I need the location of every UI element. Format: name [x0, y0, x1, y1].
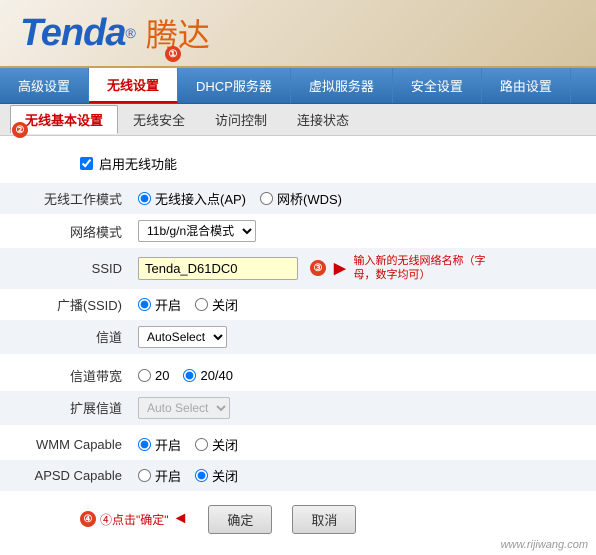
- broadcast-row: 广播(SSID) 开启 关闭: [0, 289, 596, 320]
- extension-channel-label: 扩展信道: [0, 391, 130, 425]
- bandwidth-row: 信道带宽 20 20/40: [0, 354, 596, 391]
- bandwidth-value: 20 20/40: [130, 354, 596, 391]
- bandwidth-2040[interactable]: 20/40: [183, 368, 233, 383]
- wireless-mode-ap-label: 无线接入点(AP): [155, 189, 246, 208]
- annotation-circle-3: ③: [310, 260, 326, 276]
- ssid-annotation-text: 输入新的无线网络名称（字母，数字均可）: [354, 254, 494, 283]
- broadcast-off[interactable]: 关闭: [195, 295, 238, 314]
- network-mode-row: 网络模式 11b/g/n混合模式 11b模式 11g模式 11n模式: [0, 214, 596, 248]
- channel-value-cell: AutoSelect 1 2 3 4 5 6 7 8 9 10 11 12 13: [130, 320, 596, 354]
- bandwidth-20[interactable]: 20: [138, 368, 169, 383]
- bandwidth-label: 信道带宽: [0, 354, 130, 391]
- nav-item-advanced[interactable]: 高级设置: [0, 68, 89, 103]
- apsd-on[interactable]: 开启: [138, 466, 181, 485]
- wmm-row: WMM Capable 开启 关闭: [0, 425, 596, 460]
- header: Tenda® 腾达 ①: [0, 0, 596, 68]
- apsd-label: APSD Capable: [0, 460, 130, 491]
- wmm-label: WMM Capable: [0, 425, 130, 460]
- watermark: www.rijiwang.com: [501, 539, 588, 551]
- apsd-off[interactable]: 关闭: [195, 466, 238, 485]
- wireless-mode-row: 无线工作模式 无线接入点(AP) 网桥(WDS): [0, 183, 596, 214]
- content-area: 启用无线功能 无线工作模式 无线接入点(AP) 网桥(WDS): [0, 136, 596, 534]
- nav-item-dhcp[interactable]: DHCP服务器: [178, 68, 291, 103]
- extension-channel-value-cell: Auto Select: [130, 391, 596, 425]
- nav-item-virtual[interactable]: 虚拟服务器: [291, 68, 393, 103]
- annotation-circle-1: ①: [165, 46, 181, 62]
- annotation-circle-2: ②: [12, 122, 28, 138]
- channel-row: 信道 AutoSelect 1 2 3 4 5 6 7 8 9 10: [0, 320, 596, 354]
- apsd-value: 开启 关闭: [130, 460, 596, 491]
- top-nav: 高级设置 无线设置 DHCP服务器 虚拟服务器 安全设置 路由设置: [0, 68, 596, 104]
- broadcast-off-label: 关闭: [212, 295, 238, 314]
- nav-item-route[interactable]: 路由设置: [482, 68, 571, 103]
- ssid-label: SSID: [0, 248, 130, 289]
- enable-wireless-checkbox[interactable]: [80, 157, 93, 170]
- ssid-row: SSID ③ ▶ 输入新的无线网络名称（字母，数字均可）: [0, 248, 596, 289]
- wmm-on-label: 开启: [155, 435, 181, 454]
- confirm-annotation-text: ④点击"确定": [100, 511, 169, 528]
- wmm-off[interactable]: 关闭: [195, 435, 238, 454]
- nav-item-security[interactable]: 安全设置: [393, 68, 482, 103]
- bandwidth-2040-label: 20/40: [200, 368, 233, 383]
- annotation-circle-4: ④: [80, 511, 96, 527]
- action-area: ④ ④点击"确定" ◄ 确定 取消: [80, 491, 596, 534]
- logo-registered: ®: [126, 25, 136, 41]
- wireless-mode-wds-label: 网桥(WDS): [277, 189, 342, 208]
- broadcast-value: 开启 关闭: [130, 289, 596, 320]
- nav-item-wireless[interactable]: 无线设置: [89, 68, 178, 103]
- apsd-on-label: 开启: [155, 466, 181, 485]
- network-mode-label: 网络模式: [0, 214, 130, 248]
- sub-nav-status[interactable]: 连接状态: [282, 105, 364, 134]
- channel-select[interactable]: AutoSelect 1 2 3 4 5 6 7 8 9 10 11 12 13: [138, 326, 227, 348]
- wmm-on[interactable]: 开启: [138, 435, 181, 454]
- settings-form: 无线工作模式 无线接入点(AP) 网桥(WDS) 网络模式: [0, 183, 596, 491]
- sub-nav-security[interactable]: 无线安全: [118, 105, 200, 134]
- confirm-button[interactable]: 确定: [208, 505, 272, 534]
- broadcast-on[interactable]: 开启: [138, 295, 181, 314]
- apsd-off-label: 关闭: [212, 466, 238, 485]
- wireless-mode-wds[interactable]: 网桥(WDS): [260, 189, 342, 208]
- ssid-annotation-arrow: ▶: [334, 259, 346, 277]
- sub-nav-access[interactable]: 访问控制: [200, 105, 282, 134]
- enable-wireless-row: 启用无线功能: [0, 148, 596, 183]
- apsd-row: APSD Capable 开启 关闭: [0, 460, 596, 491]
- ssid-input[interactable]: [138, 257, 298, 280]
- cancel-button[interactable]: 取消: [292, 505, 356, 534]
- wmm-off-label: 关闭: [212, 435, 238, 454]
- wireless-mode-ap[interactable]: 无线接入点(AP): [138, 189, 246, 208]
- bandwidth-20-label: 20: [155, 368, 169, 383]
- broadcast-label: 广播(SSID): [0, 289, 130, 320]
- sub-nav: 无线基本设置 无线安全 访问控制 连接状态 ②: [0, 104, 596, 136]
- network-mode-select[interactable]: 11b/g/n混合模式 11b模式 11g模式 11n模式: [138, 220, 256, 242]
- wmm-value: 开启 关闭: [130, 425, 596, 460]
- extension-channel-select[interactable]: Auto Select: [138, 397, 230, 419]
- enable-wireless-label[interactable]: 启用无线功能: [99, 154, 177, 173]
- channel-label: 信道: [0, 320, 130, 354]
- wireless-mode-label: 无线工作模式: [0, 183, 130, 214]
- network-mode-value: 11b/g/n混合模式 11b模式 11g模式 11n模式: [130, 214, 596, 248]
- wireless-mode-value: 无线接入点(AP) 网桥(WDS): [130, 183, 596, 214]
- extension-channel-row: 扩展信道 Auto Select: [0, 391, 596, 425]
- logo-en: Tenda: [20, 12, 126, 55]
- confirm-annotation: ④ ④点击"确定" ◄: [80, 510, 188, 528]
- ssid-value-cell: ③ ▶ 输入新的无线网络名称（字母，数字均可）: [130, 248, 596, 289]
- broadcast-on-label: 开启: [155, 295, 181, 314]
- confirm-arrow-left: ◄: [173, 510, 189, 528]
